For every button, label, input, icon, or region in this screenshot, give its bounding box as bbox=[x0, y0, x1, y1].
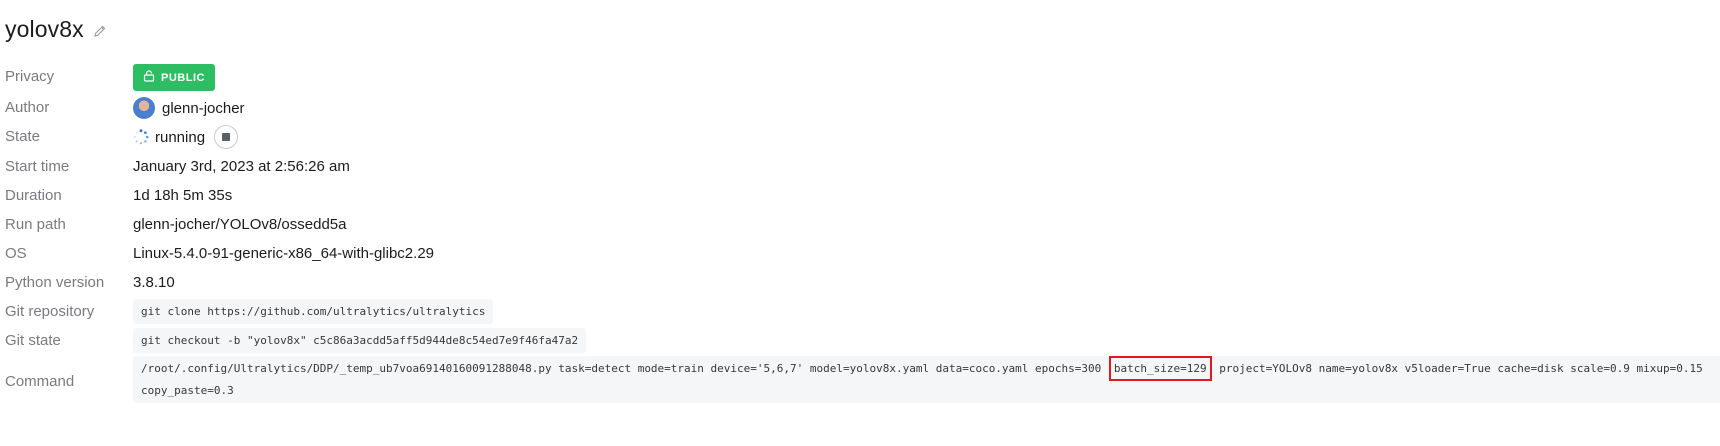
command-part-2: project=YOLOv8 name=yolov8x v5loader=Tru… bbox=[1219, 362, 1703, 375]
batch-size-highlight: batch_size=129 bbox=[1108, 356, 1212, 381]
stop-run-button[interactable] bbox=[214, 125, 239, 149]
duration-label: Duration bbox=[5, 187, 62, 204]
state-value: running bbox=[155, 128, 206, 146]
unlock-icon bbox=[143, 70, 155, 85]
os-value: Linux-5.4.0-91-generic-x86_64-with-glibc… bbox=[133, 245, 435, 262]
run-title: yolov8x bbox=[5, 16, 84, 42]
command-line-1: /root/.config/Ultralytics/DDP/_temp_ub7v… bbox=[141, 356, 1703, 381]
run-title-row: yolov8x bbox=[5, 16, 107, 43]
command-label: Command bbox=[5, 373, 75, 390]
git-state-label: Git state bbox=[5, 332, 61, 349]
run-path-value: glenn-jocher/YOLOv8/ossedd5a bbox=[133, 216, 347, 233]
author-label: Author bbox=[5, 99, 50, 116]
privacy-badge[interactable]: PUBLIC bbox=[133, 64, 215, 91]
os-label: OS bbox=[5, 245, 27, 262]
start-time-value: January 3rd, 2023 at 2:56:26 am bbox=[133, 158, 350, 175]
python-version-label: Python version bbox=[5, 274, 105, 291]
author-link[interactable]: glenn-jocher bbox=[162, 100, 245, 117]
git-repository-command[interactable]: git clone https://github.com/ultralytics… bbox=[133, 299, 494, 324]
command-value[interactable]: /root/.config/Ultralytics/DDP/_temp_ub7v… bbox=[133, 356, 1720, 403]
command-part-1: /root/.config/Ultralytics/DDP/_temp_ub7v… bbox=[141, 362, 1102, 375]
git-state-command[interactable]: git checkout -b "yolov8x" c5c86a3acdd5af… bbox=[133, 328, 587, 353]
pencil-icon[interactable] bbox=[93, 24, 107, 38]
privacy-label: Privacy bbox=[5, 68, 55, 85]
avatar[interactable] bbox=[133, 97, 155, 119]
duration-value: 1d 18h 5m 35s bbox=[133, 187, 233, 204]
run-path-label: Run path bbox=[5, 216, 66, 233]
state-label: State bbox=[5, 128, 41, 145]
spinner-icon bbox=[133, 129, 149, 145]
python-version-value: 3.8.10 bbox=[133, 274, 175, 291]
git-repository-label: Git repository bbox=[5, 303, 95, 320]
privacy-value: PUBLIC bbox=[161, 71, 205, 84]
stop-icon bbox=[222, 133, 231, 141]
command-line-2: copy_paste=0.3 bbox=[141, 384, 234, 397]
start-time-label: Start time bbox=[5, 158, 70, 175]
